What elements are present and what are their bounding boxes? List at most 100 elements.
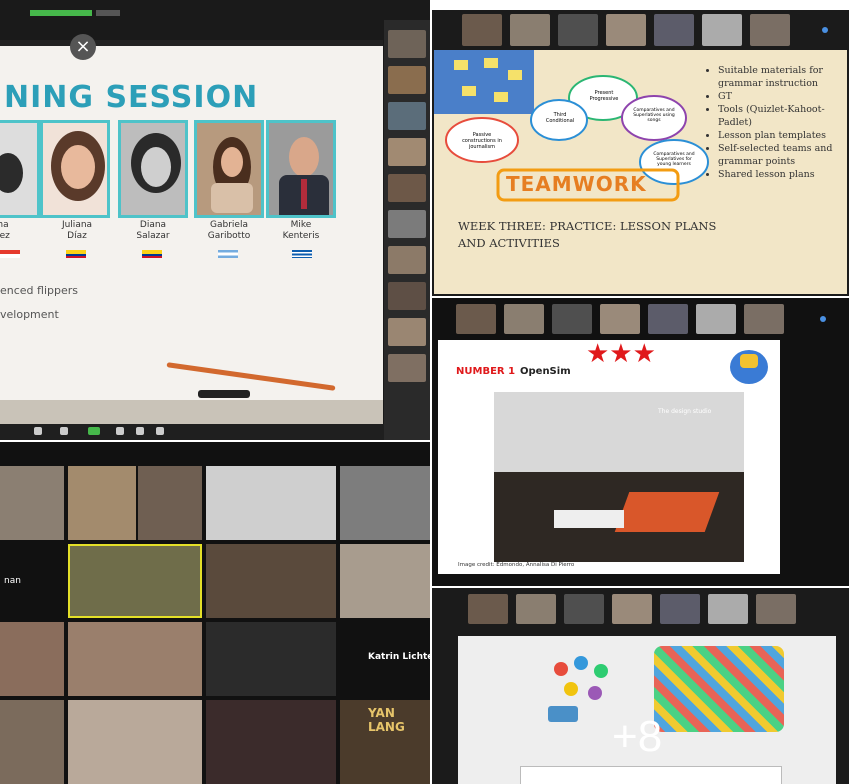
reactions-icon[interactable] bbox=[156, 427, 164, 435]
bullet-item: GT bbox=[718, 90, 849, 103]
more-photos-count[interactable]: +8 bbox=[612, 712, 662, 762]
participant-photo bbox=[266, 120, 336, 218]
participants-icon[interactable] bbox=[116, 427, 124, 435]
video-thumbnail[interactable] bbox=[708, 594, 748, 624]
video-tile[interactable] bbox=[206, 700, 336, 784]
opensim-logo bbox=[730, 350, 768, 384]
bullet-item: Lesson plan templates bbox=[718, 129, 849, 142]
video-thumbnail[interactable] bbox=[456, 304, 496, 334]
participant-name: Mike Kenteris bbox=[282, 220, 320, 241]
video-tile[interactable] bbox=[138, 466, 202, 540]
video-tile[interactable] bbox=[68, 466, 136, 540]
video-thumbnail[interactable] bbox=[756, 594, 796, 624]
video-tile[interactable] bbox=[0, 622, 64, 696]
colombia-flag-icon bbox=[142, 250, 162, 258]
video-thumbnail[interactable] bbox=[702, 14, 742, 46]
video-tile[interactable] bbox=[340, 544, 430, 618]
participant-strip bbox=[462, 14, 842, 46]
video-tile[interactable] bbox=[206, 622, 336, 696]
video-thumbnail[interactable] bbox=[660, 594, 700, 624]
video-thumbnail[interactable] bbox=[388, 66, 426, 94]
meeting-window-3: NUMBER 1 OpenSim ★★★ The design studio I… bbox=[432, 298, 849, 586]
video-thumbnail[interactable] bbox=[516, 594, 556, 624]
video-thumbnail[interactable] bbox=[388, 210, 426, 238]
video-tile[interactable] bbox=[0, 466, 64, 540]
flag-icon bbox=[0, 250, 20, 258]
video-thumbnail[interactable] bbox=[552, 304, 592, 334]
bullet-list: Suitable materials for grammar instructi… bbox=[704, 64, 849, 181]
video-tile[interactable]: YAN LANG bbox=[340, 700, 430, 784]
week-title: WEEK THREE: PRACTICE: LESSON PLANS AND A… bbox=[458, 219, 717, 250]
participant-photo bbox=[0, 120, 40, 218]
close-share-button[interactable]: × bbox=[70, 34, 96, 60]
mute-icon[interactable] bbox=[34, 427, 42, 435]
video-thumbnail[interactable] bbox=[600, 304, 640, 334]
video-thumbnail[interactable] bbox=[388, 318, 426, 346]
video-tile[interactable] bbox=[340, 466, 430, 540]
video-thumbnail[interactable] bbox=[388, 246, 426, 274]
video-thumbnail[interactable] bbox=[750, 14, 790, 46]
video-thumbnail[interactable] bbox=[504, 304, 544, 334]
video-thumbnail[interactable] bbox=[510, 14, 550, 46]
view-indicator bbox=[96, 10, 120, 16]
colombia-flag-icon bbox=[66, 250, 86, 258]
video-tile[interactable] bbox=[206, 466, 336, 540]
image-caption: The design studio bbox=[658, 408, 712, 415]
bullet-item: Suitable materials for grammar instructi… bbox=[718, 64, 849, 90]
video-icon[interactable] bbox=[60, 427, 68, 435]
video-thumbnail[interactable] bbox=[462, 14, 502, 46]
video-thumbnail[interactable] bbox=[564, 594, 604, 624]
desk-edge bbox=[0, 400, 383, 424]
video-tile[interactable] bbox=[68, 622, 202, 696]
participant-strip bbox=[384, 20, 430, 440]
topic-bubble: Comparatives and Superlatives for young … bbox=[653, 152, 695, 167]
active-speaker-tile[interactable] bbox=[68, 544, 202, 618]
video-thumbnail[interactable] bbox=[654, 14, 694, 46]
video-thumbnail[interactable] bbox=[558, 14, 598, 46]
virtual-world-image: The design studio bbox=[494, 392, 744, 562]
video-tile[interactable] bbox=[206, 544, 336, 618]
video-thumbnail[interactable] bbox=[468, 594, 508, 624]
video-thumbnail[interactable] bbox=[388, 174, 426, 202]
chat-icon[interactable] bbox=[136, 427, 144, 435]
video-thumbnail[interactable] bbox=[696, 304, 736, 334]
gallery-view: nan Katrin Lichterf YAN LANG bbox=[0, 442, 430, 784]
pencil bbox=[166, 362, 336, 391]
participant-name: nan bbox=[4, 576, 21, 586]
bullet-item: Tools (Quizlet-Kahoot-Padlet) bbox=[718, 103, 849, 129]
meeting-window-2: Present Progressive Third Conditional Co… bbox=[432, 10, 849, 296]
bullet-item: Shared lesson plans bbox=[718, 168, 849, 181]
video-tile[interactable] bbox=[0, 700, 64, 784]
meeting-window-1: × NING SESSION harez JulianaDíaz DianaSa… bbox=[0, 0, 430, 440]
participant-name: Juliana Díaz bbox=[61, 220, 93, 241]
video-tile[interactable]: nan bbox=[0, 544, 64, 618]
video-tile[interactable] bbox=[68, 700, 202, 784]
video-thumbnail[interactable] bbox=[744, 304, 784, 334]
topic-bubble: Present Progressive bbox=[589, 90, 619, 102]
argentina-flag-icon bbox=[218, 250, 238, 258]
slide-bullet: velopment bbox=[0, 308, 59, 321]
slide-title: NING SESSION bbox=[4, 80, 259, 115]
participant-photo bbox=[194, 120, 264, 218]
video-thumbnail[interactable] bbox=[388, 282, 426, 310]
video-thumbnail[interactable] bbox=[388, 354, 426, 382]
topic-bubble: Comparatives and Superlatives using song… bbox=[633, 108, 675, 123]
participant-strip bbox=[456, 304, 836, 336]
video-thumbnail[interactable] bbox=[606, 14, 646, 46]
participant-name: harez bbox=[0, 220, 10, 241]
hands-illustration bbox=[654, 646, 784, 732]
bullet-item: Self-selected teams and grammar points bbox=[718, 142, 849, 168]
participant-name: Katrin Lichterf bbox=[368, 652, 430, 662]
video-thumbnail[interactable] bbox=[388, 102, 426, 130]
share-screen-icon[interactable] bbox=[88, 427, 100, 435]
video-thumbnail[interactable] bbox=[388, 30, 426, 58]
participant-strip bbox=[468, 594, 838, 626]
video-thumbnail[interactable] bbox=[612, 594, 652, 624]
participant-name: Gabriela Garibotto bbox=[207, 220, 251, 241]
video-thumbnail[interactable] bbox=[648, 304, 688, 334]
video-tile[interactable]: Katrin Lichterf bbox=[340, 622, 430, 696]
stars-icon: ★★★ bbox=[586, 339, 656, 369]
shared-slide: × NING SESSION harez JulianaDíaz DianaSa… bbox=[0, 34, 383, 424]
video-thumbnail[interactable] bbox=[388, 138, 426, 166]
sign-text: YAN LANG bbox=[368, 706, 405, 734]
